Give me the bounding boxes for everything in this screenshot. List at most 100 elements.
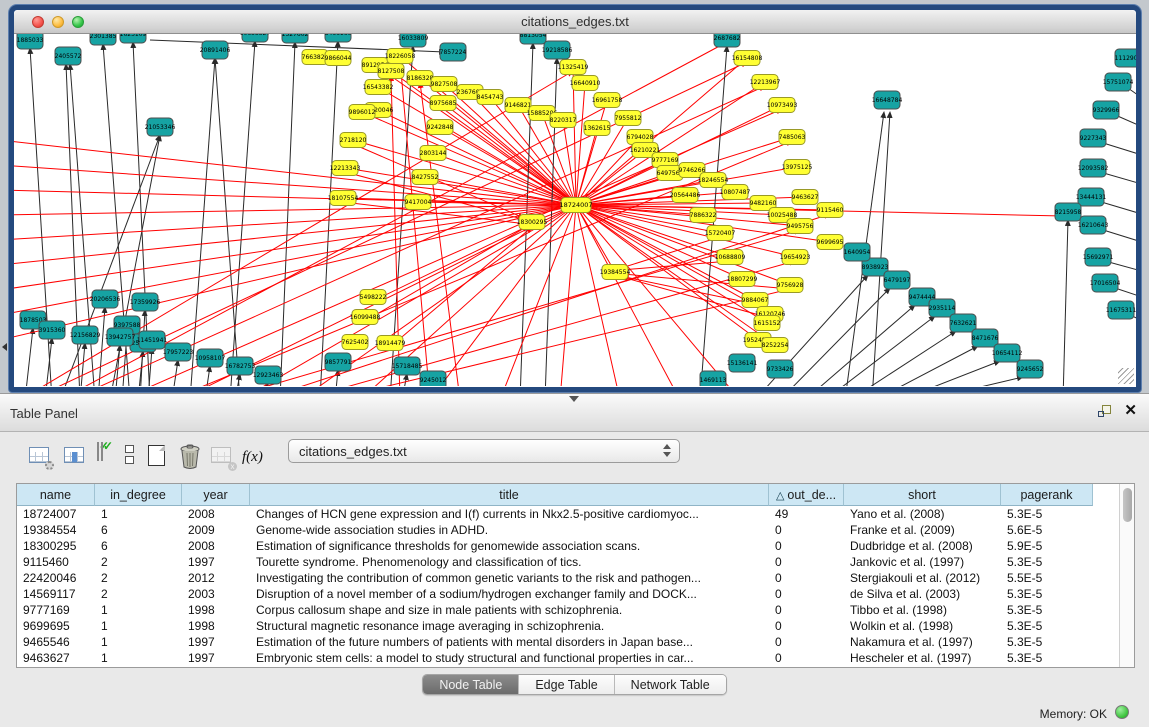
select-column-button[interactable] — [63, 443, 87, 469]
graph-node-label: 9482160 — [750, 200, 777, 207]
table-cell: 6 — [95, 522, 182, 538]
graph-node-label: 16099488 — [350, 314, 381, 321]
graph-node-label: 10958107 — [195, 355, 226, 362]
close-panel-icon[interactable]: ✕ — [1124, 403, 1137, 418]
graph-node-label: 16648784 — [872, 97, 903, 104]
table-cell: 1 — [95, 634, 182, 650]
graph-node-label: 9417004 — [405, 199, 432, 206]
graph-node-label: 9227343 — [1080, 135, 1107, 142]
table-row[interactable]: 1830029562008Estimation of significance … — [17, 538, 1134, 554]
table-cell: Wolkin et al. (1998) — [844, 618, 1001, 634]
float-panel-icon[interactable] — [1098, 405, 1113, 420]
graph-node-label: 9777169 — [652, 157, 679, 164]
column-header-name[interactable]: name — [17, 484, 95, 506]
panel-collapse-handle-icon[interactable] — [569, 396, 579, 402]
network-window: citations_edges.txt 89129541822605881275… — [9, 5, 1141, 392]
table-cell: 5.6E-5 — [1001, 522, 1093, 538]
table-cell: 5.3E-5 — [1001, 602, 1093, 618]
citation-edge-black — [335, 370, 338, 386]
table-select-value: citations_edges.txt — [299, 444, 407, 459]
citation-edge-red — [14, 140, 576, 205]
table-cell: 6 — [95, 538, 182, 554]
table-panel-header: Table Panel ✕ — [0, 393, 1149, 432]
table-row[interactable]: 1872400712008Changes of HCN gene express… — [17, 506, 1134, 522]
select-all-button[interactable] — [95, 443, 119, 469]
graph-node-label: 2935114 — [929, 305, 956, 312]
graph-node-label: 16033809 — [398, 35, 429, 42]
graph-node-label: 12213343 — [330, 165, 361, 172]
table-row[interactable]: 2242004622012Investigating the contribut… — [17, 570, 1134, 586]
table-row[interactable]: 946362711997Embryonic stem cells: a mode… — [17, 650, 1134, 666]
table-row[interactable]: 1456911722003Disruption of a novel membe… — [17, 586, 1134, 602]
table-cell: 5.3E-5 — [1001, 618, 1093, 634]
delete-button[interactable] — [178, 443, 202, 469]
network-canvas[interactable]: 8912954182260588127508165433828186328982… — [14, 34, 1136, 386]
graph-node-label: 1527602 — [282, 34, 309, 38]
graph-node-label: 15692971 — [1083, 254, 1114, 261]
table-row[interactable]: 946554611997Estimation of the future num… — [17, 634, 1134, 650]
column-header-in_degree[interactable]: in_degree — [95, 484, 182, 506]
sidebar-collapse-arrow-icon[interactable] — [2, 343, 7, 351]
table-cell: 0 — [769, 522, 844, 538]
graph-node-label: 9242848 — [427, 124, 454, 131]
table-cell: 9699695 — [17, 618, 95, 634]
column-header-title[interactable]: title — [250, 484, 769, 506]
table-cell: 2003 — [182, 586, 250, 602]
table-row[interactable]: 1938455462009Genome-wide association stu… — [17, 522, 1134, 538]
tab-node-table[interactable]: Node Table — [423, 675, 519, 694]
table-cell: Disruption of a novel member of a sodium… — [250, 586, 769, 602]
table-row[interactable]: 911546021997Tourette syndrome. Phenomeno… — [17, 554, 1134, 570]
table-cell: 1 — [95, 650, 182, 666]
tab-network-table[interactable]: Network Table — [615, 675, 726, 694]
table-cell: 49 — [769, 506, 844, 522]
column-header-short[interactable]: short — [844, 484, 1001, 506]
column-header-out_de[interactable]: △out_de... — [769, 484, 844, 506]
graph-node-label: 8215958 — [1055, 209, 1082, 216]
citation-edge-black — [215, 58, 240, 386]
table-toolbar: x f(x) citations_edges.txt — [0, 433, 1149, 483]
table-cell: 5.3E-5 — [1001, 650, 1093, 666]
graph-node-label: 17016504 — [1090, 280, 1121, 287]
graph-node-label: 10653327 — [240, 34, 271, 37]
column-settings-button[interactable] — [28, 443, 52, 469]
table-select-dropdown[interactable]: citations_edges.txt — [288, 439, 680, 463]
function-builder-button[interactable]: f(x) — [242, 443, 266, 469]
citation-edge-black — [900, 361, 1000, 386]
graph-node-label: 19654923 — [780, 254, 811, 261]
table-row[interactable]: 977716911998Corpus callosum shape and si… — [17, 602, 1134, 618]
column-header-pagerank[interactable]: pagerank — [1001, 484, 1093, 506]
table-cell: 1997 — [182, 634, 250, 650]
graph-node-label: 9884067 — [742, 297, 769, 304]
graph-node-label: 16782753 — [225, 363, 256, 370]
table-cell: 1997 — [182, 554, 250, 570]
graph-node-label: 9756928 — [777, 282, 804, 289]
table-cell: Corpus callosum shape and size in male p… — [250, 602, 769, 618]
graph-node-label: 6479197 — [884, 277, 911, 284]
citation-edge-black — [825, 316, 935, 386]
deselect-all-button[interactable] — [119, 443, 143, 469]
citation-edge-red — [621, 261, 730, 270]
citation-edge-red — [14, 165, 576, 205]
table-vertical-scrollbar[interactable] — [1119, 484, 1134, 667]
citation-network-graph[interactable]: 8912954182260588127508165433828186328982… — [14, 34, 1136, 386]
tab-edge-table[interactable]: Edge Table — [519, 675, 614, 694]
table-cell: 2 — [95, 554, 182, 570]
window-resize-grip[interactable] — [1118, 368, 1134, 384]
table-row[interactable]: 969969511998Structural magnetic resonanc… — [17, 618, 1134, 634]
graph-node-label: 13444131 — [1076, 194, 1107, 201]
graph-node-label: 12093582 — [1078, 165, 1109, 172]
table-cell: 9115460 — [17, 554, 95, 570]
column-header-year[interactable]: year — [182, 484, 250, 506]
network-window-titlebar[interactable]: citations_edges.txt — [14, 10, 1136, 34]
table-cell: 9777169 — [17, 602, 95, 618]
scrollbar-thumb[interactable] — [1123, 488, 1132, 522]
new-table-button[interactable] — [146, 443, 170, 469]
graph-node-label: 20206536 — [90, 296, 121, 303]
node-table: namein_degreeyeartitle△out_de...shortpag… — [16, 483, 1135, 668]
table-cell: Yano et al. (2008) — [844, 506, 1001, 522]
table-cell: Changes of HCN gene expression and I(f) … — [250, 506, 769, 522]
network-view-area: citations_edges.txt 89129541822605881275… — [0, 0, 1149, 393]
table-cell: 5.3E-5 — [1001, 586, 1093, 602]
graph-node-label: 9699695 — [817, 239, 844, 246]
graph-node-label: 7632621 — [950, 320, 977, 327]
